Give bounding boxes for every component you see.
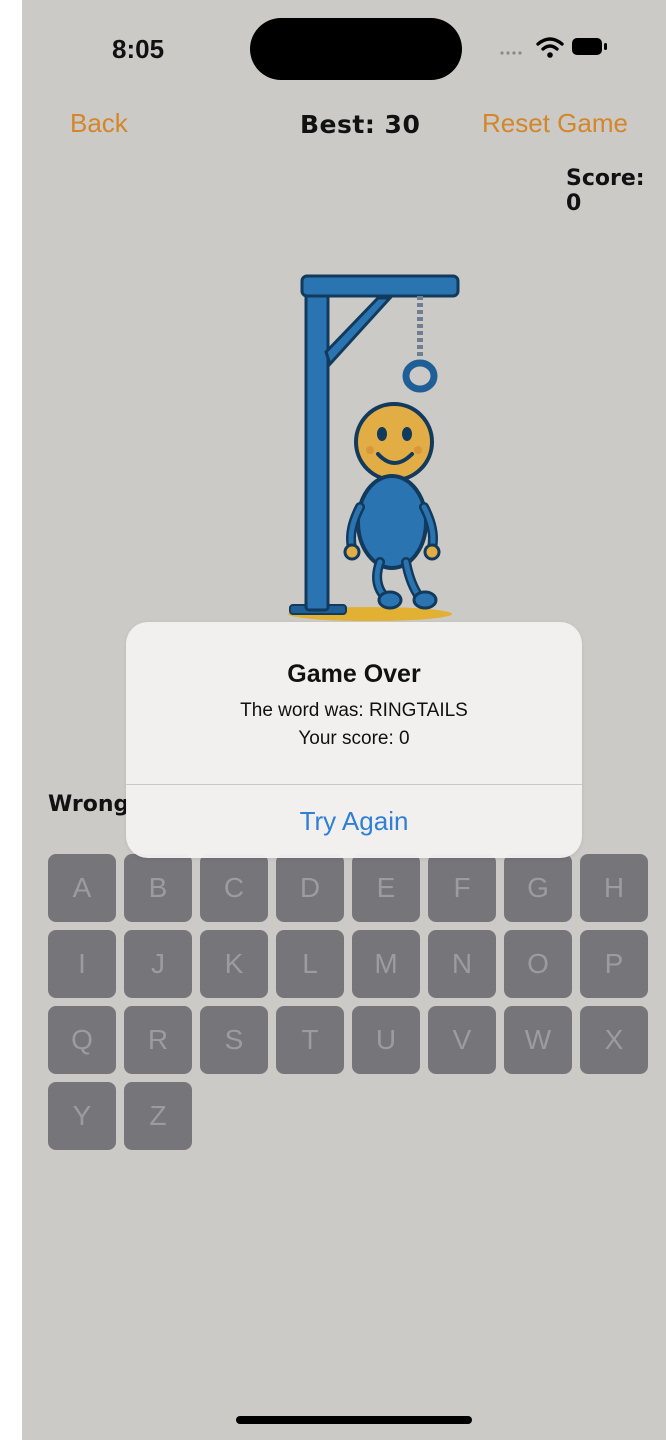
key-j[interactable]: J bbox=[124, 930, 192, 998]
key-h[interactable]: H bbox=[580, 854, 648, 922]
key-l[interactable]: L bbox=[276, 930, 344, 998]
alert-title: Game Over bbox=[287, 660, 421, 688]
signal-icon bbox=[500, 51, 522, 55]
key-z[interactable]: Z bbox=[124, 1082, 192, 1150]
key-b[interactable]: B bbox=[124, 854, 192, 922]
dynamic-island bbox=[250, 18, 462, 80]
key-a[interactable]: A bbox=[48, 854, 116, 922]
key-r[interactable]: R bbox=[124, 1006, 192, 1074]
key-i[interactable]: I bbox=[48, 930, 116, 998]
key-f[interactable]: F bbox=[428, 854, 496, 922]
key-d[interactable]: D bbox=[276, 854, 344, 922]
key-g[interactable]: G bbox=[504, 854, 572, 922]
hangman-illustration bbox=[260, 262, 460, 632]
key-w[interactable]: W bbox=[504, 1006, 572, 1074]
key-c[interactable]: C bbox=[200, 854, 268, 922]
key-k[interactable]: K bbox=[200, 930, 268, 998]
key-m[interactable]: M bbox=[352, 930, 420, 998]
alert-word-message: The word was: RINGTAILS bbox=[240, 700, 468, 721]
score-label: Score: 0 bbox=[566, 166, 645, 216]
back-button[interactable]: Back bbox=[70, 108, 128, 139]
key-v[interactable]: V bbox=[428, 1006, 496, 1074]
key-e[interactable]: E bbox=[352, 854, 420, 922]
key-s[interactable]: S bbox=[200, 1006, 268, 1074]
wifi-icon bbox=[536, 37, 564, 58]
key-q[interactable]: Q bbox=[48, 1006, 116, 1074]
wrong-letters-label: Wrong bbox=[48, 792, 130, 817]
key-y[interactable]: Y bbox=[48, 1082, 116, 1150]
status-time: 8:05 bbox=[112, 34, 165, 64]
key-x[interactable]: X bbox=[580, 1006, 648, 1074]
key-p[interactable]: P bbox=[580, 930, 648, 998]
try-again-button[interactable]: Try Again bbox=[126, 785, 582, 858]
key-u[interactable]: U bbox=[352, 1006, 420, 1074]
battery-icon bbox=[572, 38, 607, 55]
key-n[interactable]: N bbox=[428, 930, 496, 998]
status-icons bbox=[496, 34, 636, 60]
app-screen: 8:05 Back Best: 30 Reset Game Score: 0 W… bbox=[22, 0, 666, 1440]
key-t[interactable]: T bbox=[276, 1006, 344, 1074]
home-indicator[interactable] bbox=[236, 1416, 472, 1424]
reset-game-button[interactable]: Reset Game bbox=[482, 108, 628, 139]
alert-score-message: Your score: 0 bbox=[298, 728, 410, 749]
best-score-label: Best: 30 bbox=[300, 110, 421, 139]
key-o[interactable]: O bbox=[504, 930, 572, 998]
game-over-alert: Game Over The word was: RINGTAILS Your s… bbox=[126, 622, 582, 858]
